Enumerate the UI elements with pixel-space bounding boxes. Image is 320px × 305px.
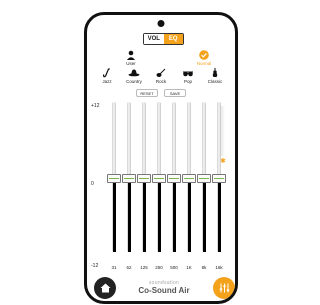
preset-pop[interactable]: Pop <box>178 68 198 90</box>
preset-country[interactable]: Country <box>124 68 144 90</box>
eq-slider-1k[interactable]: 1K <box>182 102 196 274</box>
slider-fill <box>217 182 221 252</box>
slider-fill <box>202 182 206 252</box>
eq-slider-16k[interactable]: 16k <box>212 102 226 274</box>
preset-row: Jazz Country Rock Pop Classic <box>97 68 225 90</box>
eq-slider-8k[interactable]: 8k <box>197 102 211 274</box>
reset-button[interactable]: RESET <box>136 89 158 97</box>
preset-rock-label: Rock <box>155 79 167 84</box>
slider-fill <box>157 182 161 252</box>
slider-thumb[interactable] <box>212 174 226 183</box>
cowboy-hat-icon <box>124 68 144 78</box>
freq-label: 16k <box>215 265 223 270</box>
slider-fill <box>172 182 176 252</box>
slider-fill <box>127 182 131 252</box>
vol-eq-toggle: VOL EQ <box>143 33 184 45</box>
save-button[interactable]: SAVE <box>164 89 186 97</box>
saxophone-icon <box>97 68 117 78</box>
preset-classic[interactable]: Classic <box>205 68 225 90</box>
check-circle-icon <box>192 50 216 60</box>
sliders-icon <box>219 283 230 293</box>
recent-apps-button[interactable]: ||| <box>121 303 126 304</box>
preset-country-label: Country <box>126 79 142 84</box>
vol-tab[interactable]: VOL <box>144 34 164 44</box>
guitar-icon <box>151 68 171 78</box>
scale-top-label: +12 <box>91 103 100 109</box>
slider-thumb[interactable] <box>137 174 151 183</box>
brand-logo: soundsation Co-Sound Air <box>131 280 197 295</box>
eq-actions: RESET SAVE <box>136 89 186 98</box>
slider-thumb[interactable] <box>167 174 181 183</box>
brand-title: Co-Sound Air <box>138 286 190 295</box>
equalizer-sliders: 31 62 125 250 500 1K 8k 16k <box>107 102 231 274</box>
scale-bottom-label: -12 <box>91 263 99 269</box>
slider-thumb[interactable] <box>152 174 166 183</box>
preset-rock[interactable]: Rock <box>151 68 171 90</box>
preset-classic-label: Classic <box>207 79 223 84</box>
eq-slider-250[interactable]: 250 <box>152 102 166 274</box>
eq-tab[interactable]: EQ <box>163 34 183 44</box>
preset-jazz[interactable]: Jazz <box>97 68 117 90</box>
slider-thumb[interactable] <box>122 174 136 183</box>
slider-fill <box>187 182 191 252</box>
slider-fill <box>142 182 146 252</box>
preset-pop-label: Pop <box>183 79 192 84</box>
slider-fill <box>112 182 116 252</box>
mode-normal-label: Normal <box>196 61 212 66</box>
camera-notch <box>157 20 165 27</box>
slider-thumb[interactable] <box>107 174 121 183</box>
phone-frame: VOL EQ User Normal Jazz Country Rock Pop… <box>84 12 238 304</box>
mode-normal[interactable]: Normal <box>192 50 216 66</box>
eq-slider-62[interactable]: 62 <box>122 102 136 274</box>
mode-user[interactable]: User <box>119 50 143 66</box>
equalizer-button[interactable] <box>213 277 235 299</box>
violin-icon <box>205 68 225 78</box>
eq-slider-125[interactable]: 125 <box>137 102 151 274</box>
system-navbar: ||| ◯ < <box>103 303 223 304</box>
mode-user-label: User <box>126 61 136 66</box>
back-button[interactable]: < <box>202 303 206 304</box>
eq-slider-500[interactable]: 500 <box>167 102 181 274</box>
eq-slider-31[interactable]: 31 <box>107 102 121 274</box>
user-icon <box>119 50 143 60</box>
slider-thumb[interactable] <box>197 174 211 183</box>
home-nav-button[interactable]: ◯ <box>160 303 167 304</box>
preset-jazz-label: Jazz <box>102 79 112 84</box>
scale-mid-label: 0 <box>91 181 94 187</box>
home-button[interactable] <box>94 277 116 299</box>
sunglasses-icon <box>178 68 198 78</box>
slider-thumb[interactable] <box>182 174 196 183</box>
home-icon <box>100 283 111 293</box>
